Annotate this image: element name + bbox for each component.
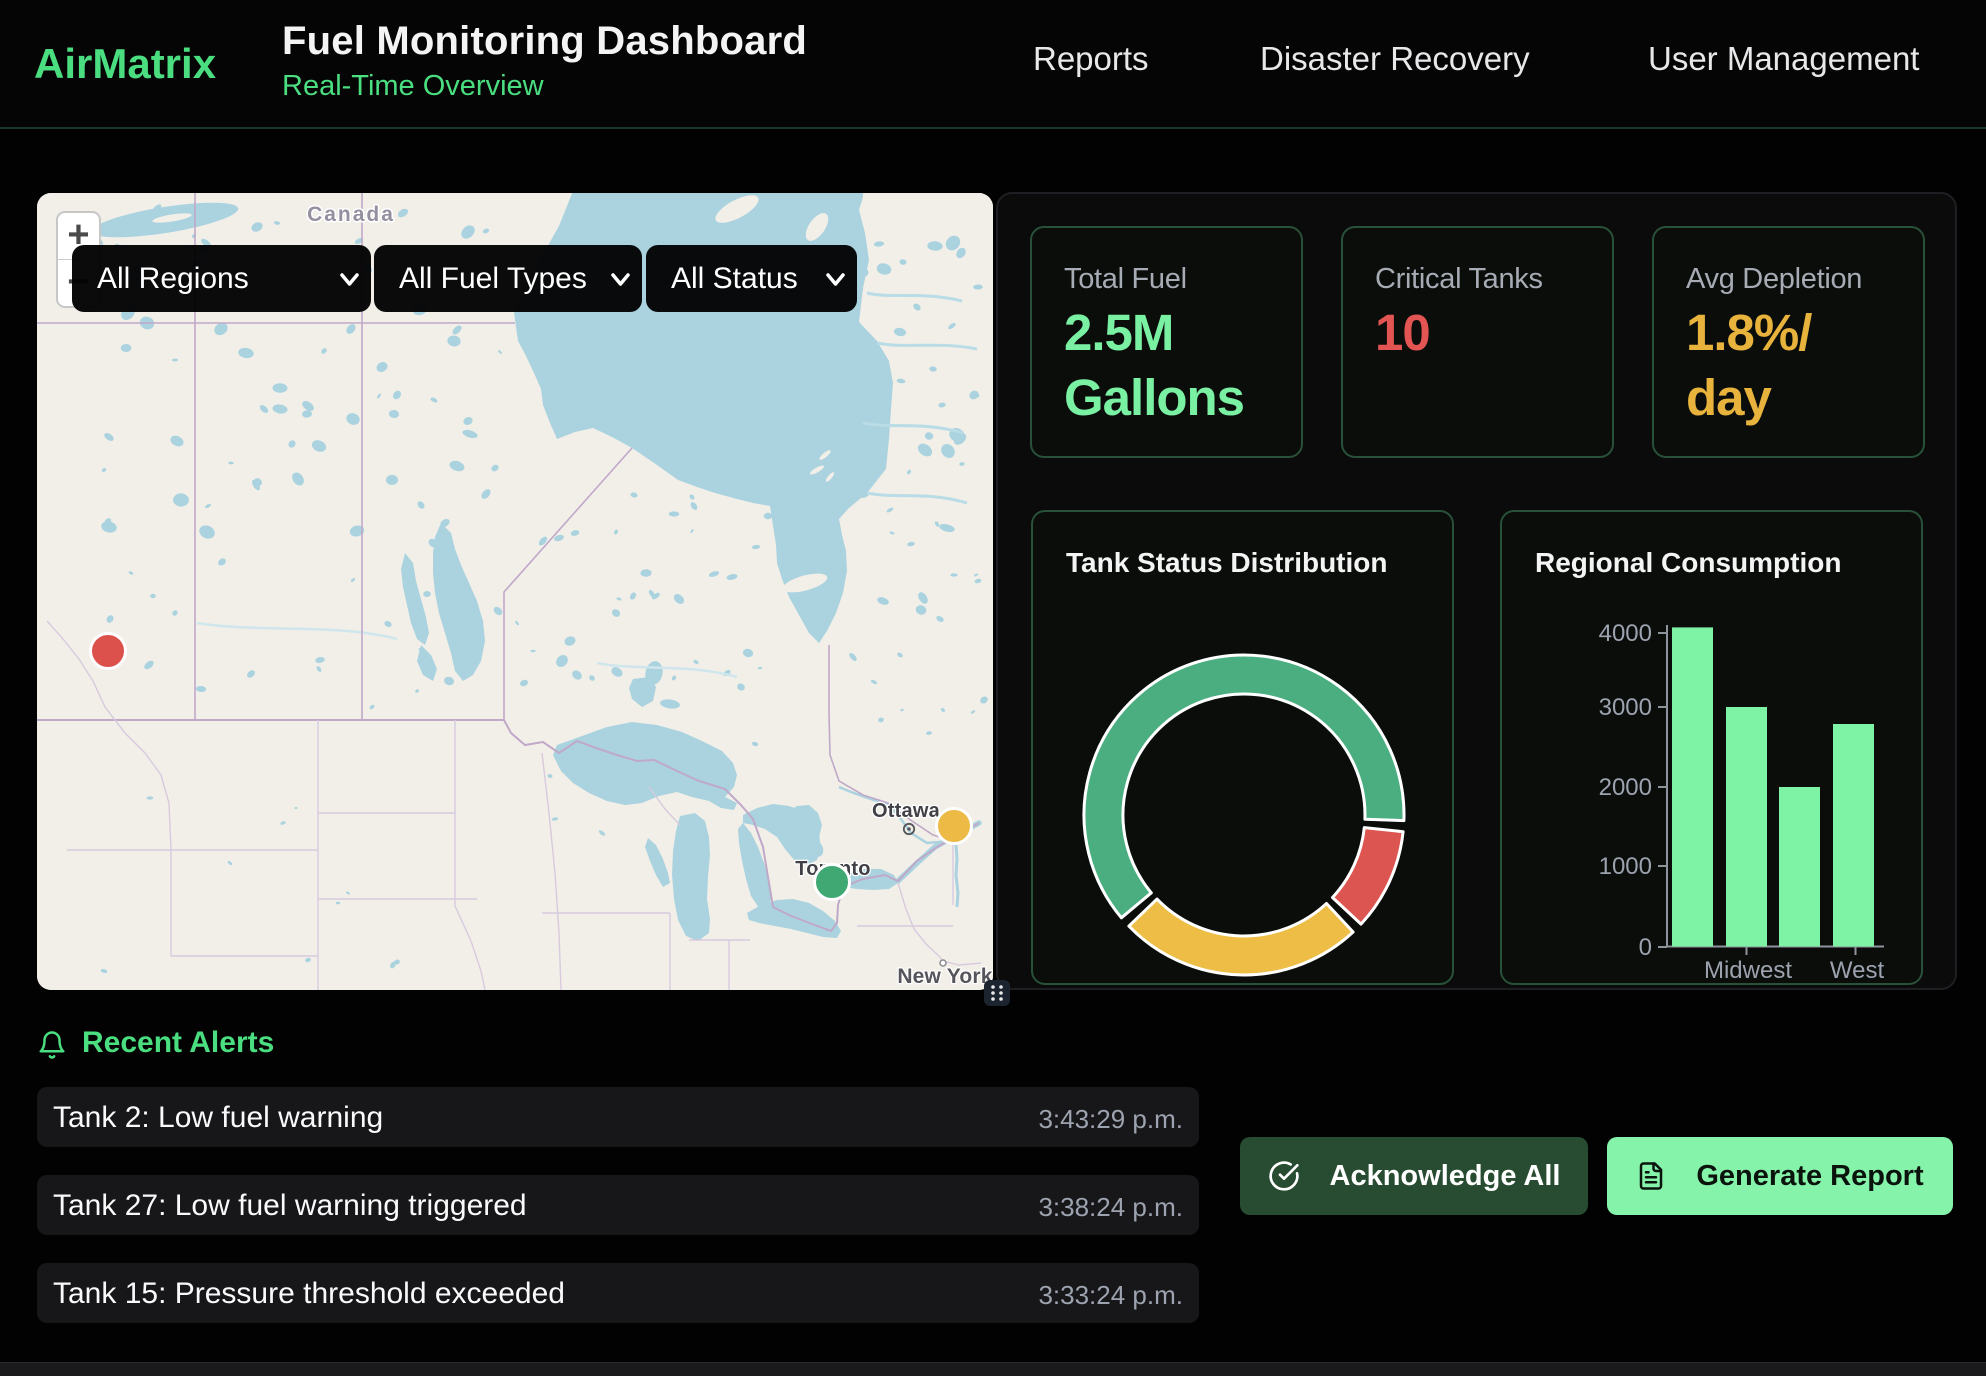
svg-text:New York: New York [897, 965, 992, 988]
svg-text:3000: 3000 [1599, 694, 1652, 721]
svg-text:Canada: Canada [307, 203, 395, 226]
svg-text:Midwest: Midwest [1704, 957, 1792, 984]
svg-text:4000: 4000 [1599, 620, 1652, 647]
svg-text:West: West [1830, 957, 1885, 984]
svg-text:1000: 1000 [1599, 853, 1652, 880]
svg-text:0: 0 [1639, 934, 1652, 961]
svg-text:2000: 2000 [1599, 774, 1652, 801]
svg-text:Ottawa: Ottawa [872, 800, 941, 822]
